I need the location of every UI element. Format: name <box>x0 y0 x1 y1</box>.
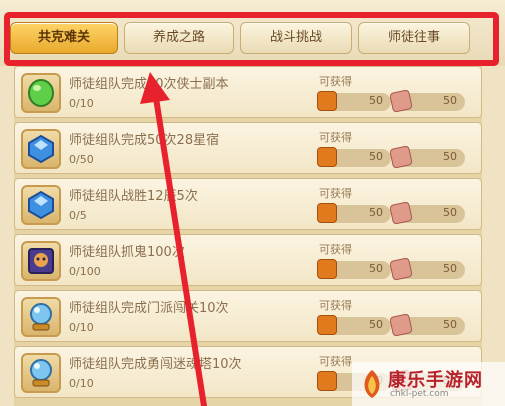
task-progress: 0/10 <box>69 97 94 110</box>
task-progress: 0/50 <box>69 153 94 166</box>
tab-shi-tu-wang-shi[interactable]: 师徒往事 <box>358 22 470 54</box>
blue-gem-icon <box>21 129 61 169</box>
book-icon <box>389 257 413 281</box>
book-reward: 50 <box>389 257 465 281</box>
fire-reward: 50 <box>317 91 391 111</box>
reward-label: 可获得 <box>319 355 352 368</box>
tab-yang-cheng-zhi-lu[interactable]: 养成之路 <box>124 22 234 54</box>
ghost-card-icon <box>21 241 61 281</box>
fire-icon <box>317 371 337 391</box>
book-icon <box>389 89 413 113</box>
reward-label: 可获得 <box>319 187 352 200</box>
task-title: 师徒组队完成门派闯关10次 <box>69 301 229 316</box>
reward-label: 可获得 <box>319 243 352 256</box>
fire-reward: 50 <box>317 147 391 167</box>
site-watermark: 康乐手游网 chkl-pet.com <box>352 362 505 406</box>
task-progress: 0/5 <box>69 209 87 222</box>
task-progress: 0/100 <box>69 265 101 278</box>
task-row[interactable]: 师徒组队完成10次侠士副本 0/10 可获得 50 50 <box>14 66 482 118</box>
blue-gem-icon <box>21 185 61 225</box>
reward-label: 可获得 <box>319 299 352 312</box>
crystal-ball-icon <box>21 353 61 393</box>
tab-zhan-dou-tiao-zhan[interactable]: 战斗挑战 <box>240 22 352 54</box>
task-title: 师徒组队完成勇闯迷魂塔10次 <box>69 357 242 372</box>
green-gem-icon <box>21 73 61 113</box>
tab-gong-ke-nan-guan[interactable]: 共克难关 <box>10 22 118 54</box>
fire-icon <box>317 259 337 279</box>
task-progress: 0/10 <box>69 321 94 334</box>
watermark-logo-icon <box>364 370 380 398</box>
watermark-site: chkl-pet.com <box>390 389 449 399</box>
fire-reward: 50 <box>317 259 391 279</box>
crystal-ball-icon <box>21 297 61 337</box>
fire-icon <box>317 91 337 111</box>
task-progress: 0/10 <box>69 377 94 390</box>
task-title: 师徒组队完成10次侠士副本 <box>69 77 229 92</box>
book-reward: 50 <box>389 201 465 225</box>
fire-reward: 50 <box>317 315 391 335</box>
book-icon <box>389 145 413 169</box>
task-row[interactable]: 师徒组队完成门派闯关10次 0/10 可获得 50 50 <box>14 290 482 342</box>
fire-icon <box>317 147 337 167</box>
reward-label: 可获得 <box>319 131 352 144</box>
book-reward: 50 <box>389 89 465 113</box>
book-reward: 50 <box>389 313 465 337</box>
task-title: 师徒组队抓鬼100次 <box>69 245 185 260</box>
task-row[interactable]: 师徒组队抓鬼100次 0/100 可获得 50 50 <box>14 234 482 286</box>
task-row[interactable]: 师徒组队完成50次28星宿 0/50 可获得 50 50 <box>14 122 482 174</box>
task-title: 师徒组队完成50次28星宿 <box>69 133 220 148</box>
fire-icon <box>317 203 337 223</box>
fire-icon <box>317 315 337 335</box>
task-row[interactable]: 师徒组队战胜12辰5次 0/5 可获得 50 50 <box>14 178 482 230</box>
reward-label: 可获得 <box>319 75 352 88</box>
book-icon <box>389 313 413 337</box>
fire-reward: 50 <box>317 203 391 223</box>
task-title: 师徒组队战胜12辰5次 <box>69 189 198 204</box>
book-reward: 50 <box>389 145 465 169</box>
book-icon <box>389 201 413 225</box>
task-list[interactable]: 师徒组队完成10次侠士副本 0/10 可获得 50 50 师徒组队完成50次28… <box>14 66 482 406</box>
tab-bar: 共克难关 养成之路 战斗挑战 师徒往事 <box>0 0 505 66</box>
